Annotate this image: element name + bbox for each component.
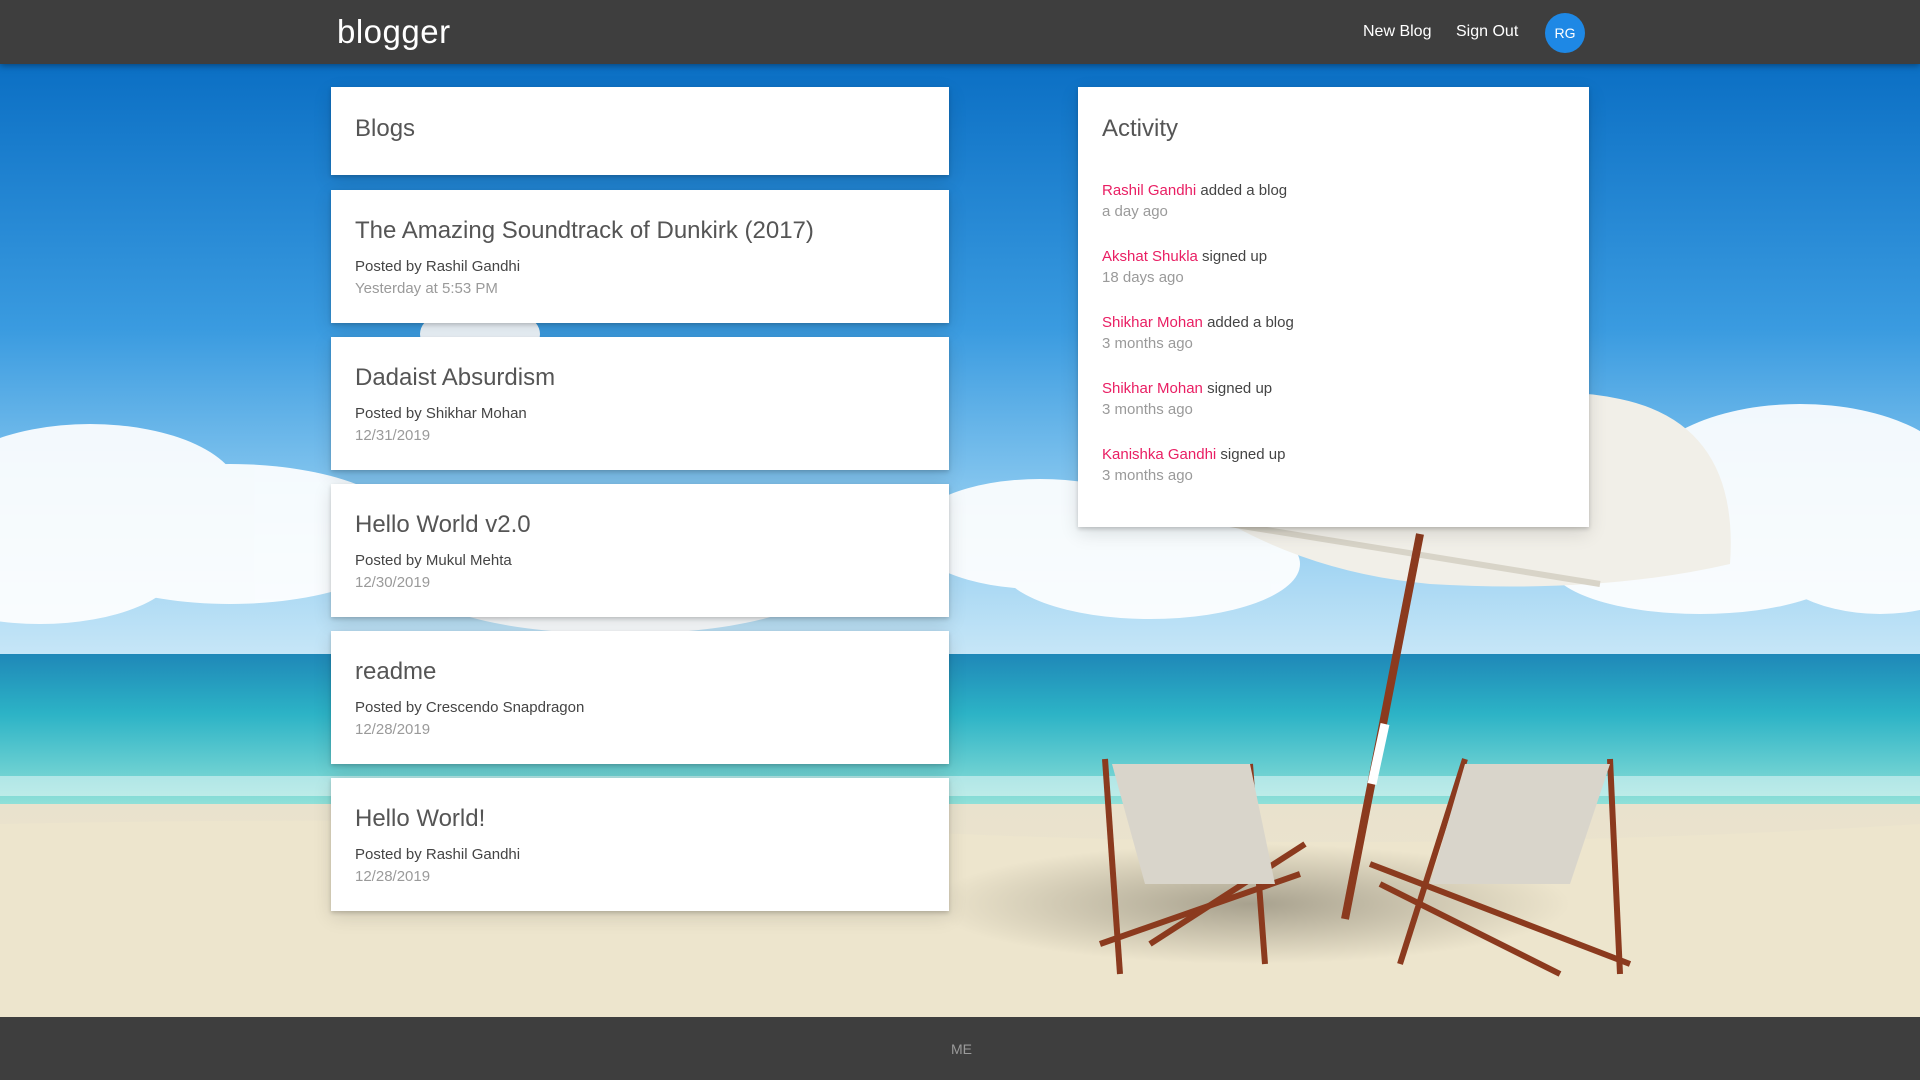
footer-text: ME xyxy=(951,1041,972,1057)
brand-logo[interactable]: blogger xyxy=(337,13,451,51)
blog-post-card[interactable]: Hello World v2.0 Posted by Mukul Mehta 1… xyxy=(331,484,949,617)
activity-time: 18 days ago xyxy=(1102,269,1184,286)
activity-item: Shikhar Mohan signed up 3 months ago xyxy=(1102,380,1272,418)
blog-author: Posted by Rashil Gandhi xyxy=(355,846,521,863)
activity-user-link[interactable]: Shikhar Mohan xyxy=(1102,380,1203,397)
blog-author: Posted by Rashil Gandhi xyxy=(355,258,521,275)
activity-action: added a blog xyxy=(1196,182,1288,199)
activity-line: Shikhar Mohan added a blog xyxy=(1102,314,1294,331)
blog-date: 12/28/2019 xyxy=(355,721,431,738)
activity-time: 3 months ago xyxy=(1102,467,1193,484)
blog-post-card[interactable]: readme Posted by Crescendo Snapdragon 12… xyxy=(331,631,949,764)
blog-date: 12/30/2019 xyxy=(355,574,431,591)
activity-line: Akshat Shukla signed up xyxy=(1102,248,1267,265)
blogs-header-card: Blogs xyxy=(331,87,949,175)
top-navbar: blogger New Blog Sign Out RG xyxy=(0,0,1920,64)
footer: ME xyxy=(0,1017,1920,1080)
blogs-panel-title: Blogs xyxy=(355,115,416,142)
activity-item: Kanishka Gandhi signed up 3 months ago xyxy=(1102,446,1285,484)
activity-line: Shikhar Mohan signed up xyxy=(1102,380,1272,397)
activity-action: signed up xyxy=(1216,446,1286,463)
activity-card: Activity Rashil Gandhi added a blog a da… xyxy=(1078,87,1589,527)
blog-title: Hello World v2.0 xyxy=(355,511,531,538)
blog-date: 12/31/2019 xyxy=(355,427,431,444)
blog-title: readme xyxy=(355,658,437,685)
blog-post-card[interactable]: Dadaist Absurdism Posted by Shikhar Moha… xyxy=(331,337,949,470)
activity-item: Shikhar Mohan added a blog 3 months ago xyxy=(1102,314,1294,352)
blog-title: Dadaist Absurdism xyxy=(355,364,556,391)
activity-user-link[interactable]: Rashil Gandhi xyxy=(1102,182,1196,199)
activity-line: Kanishka Gandhi signed up xyxy=(1102,446,1285,463)
blog-title: The Amazing Soundtrack of Dunkirk (2017) xyxy=(355,217,814,244)
activity-action: added a blog xyxy=(1202,314,1294,331)
activity-line: Rashil Gandhi added a blog xyxy=(1102,182,1287,199)
blog-post-card[interactable]: Hello World! Posted by Rashil Gandhi 12/… xyxy=(331,778,949,911)
blog-title: Hello World! xyxy=(355,805,486,832)
activity-time: a day ago xyxy=(1102,203,1168,220)
blog-date: Yesterday at 5:53 PM xyxy=(355,280,498,297)
activity-action: signed up xyxy=(1202,380,1273,397)
user-avatar[interactable]: RG xyxy=(1545,13,1585,53)
activity-user-link[interactable]: Shikhar Mohan xyxy=(1102,314,1203,331)
new-blog-link[interactable]: New Blog xyxy=(1363,23,1431,41)
sign-out-link[interactable]: Sign Out xyxy=(1456,23,1518,41)
activity-action: signed up xyxy=(1197,248,1268,265)
blog-author: Posted by Crescendo Snapdragon xyxy=(355,699,585,716)
activity-user-link[interactable]: Akshat Shukla xyxy=(1102,248,1198,265)
activity-panel-title: Activity xyxy=(1102,115,1179,142)
blog-date: 12/28/2019 xyxy=(355,868,431,885)
blog-post-card[interactable]: The Amazing Soundtrack of Dunkirk (2017)… xyxy=(331,190,949,323)
activity-user-link[interactable]: Kanishka Gandhi xyxy=(1102,446,1216,463)
blog-author: Posted by Shikhar Mohan xyxy=(355,405,527,422)
blog-author: Posted by Mukul Mehta xyxy=(355,552,512,569)
activity-time: 3 months ago xyxy=(1102,401,1193,418)
beach-background-image xyxy=(0,64,1920,1017)
activity-time: 3 months ago xyxy=(1102,335,1193,352)
activity-item: Rashil Gandhi added a blog a day ago xyxy=(1102,182,1287,220)
activity-item: Akshat Shukla signed up 18 days ago xyxy=(1102,248,1267,286)
